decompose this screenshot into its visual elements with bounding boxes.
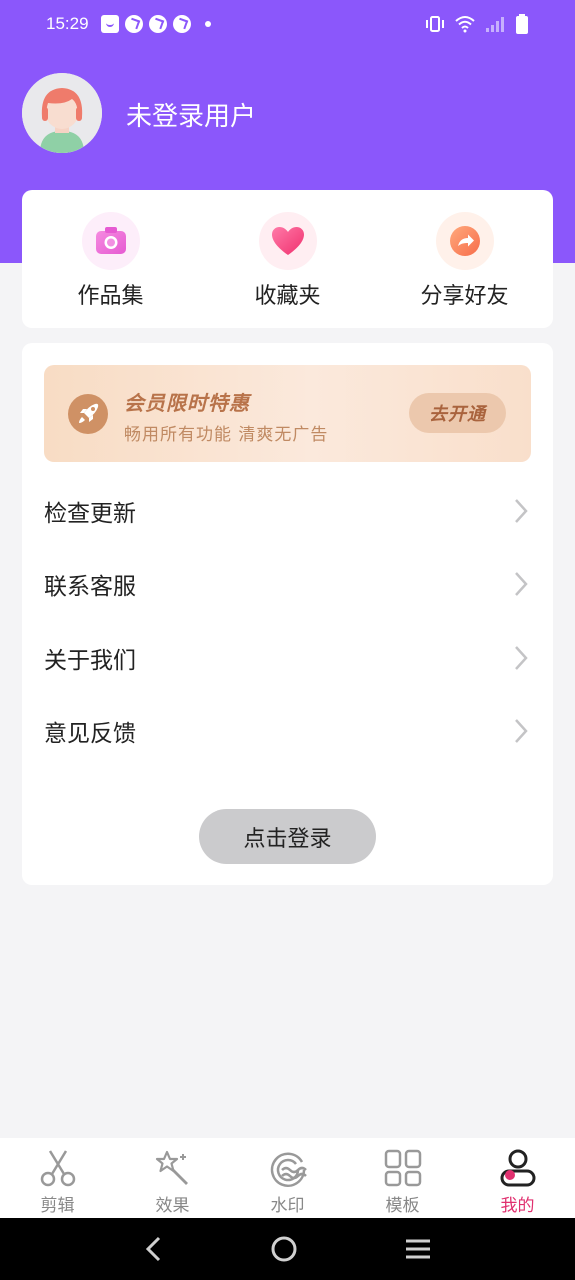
tab-edit[interactable]: 剪辑 xyxy=(0,1138,115,1218)
vip-activate-button[interactable]: 去开通 xyxy=(409,393,506,433)
system-status-icons xyxy=(425,14,529,34)
chevron-right-icon xyxy=(515,572,528,596)
signal-icon xyxy=(486,17,504,32)
status-time: 15:29 xyxy=(46,14,89,33)
rocket-icon xyxy=(68,394,108,434)
tab-label: 水印 xyxy=(270,1196,305,1216)
bag-icon xyxy=(100,15,119,33)
quick-action-label: 作品集 xyxy=(77,284,144,309)
home-icon[interactable] xyxy=(269,1234,299,1264)
tab-label: 效果 xyxy=(155,1196,190,1216)
more-dot-icon xyxy=(204,21,211,27)
grid-icon xyxy=(384,1149,421,1187)
menu-item-contact-support[interactable]: 联系客服 xyxy=(22,554,553,614)
heart-icon xyxy=(258,212,317,270)
tab-label: 我的 xyxy=(500,1196,535,1216)
menu-icon[interactable] xyxy=(403,1234,433,1264)
scissors-icon xyxy=(40,1150,75,1187)
menu-item-about-us[interactable]: 关于我们 xyxy=(22,628,553,688)
menu-item-label: 关于我们 xyxy=(44,648,136,674)
avatar-illustration-icon xyxy=(22,73,102,153)
menu-item-feedback[interactable]: 意见反馈 xyxy=(22,701,553,761)
bottom-tab-bar: 剪辑 效果 水印 模板 我的 xyxy=(0,1138,575,1218)
tab-watermark[interactable]: 水印 xyxy=(230,1138,345,1218)
chevron-right-icon xyxy=(515,499,528,523)
back-icon[interactable] xyxy=(142,1234,166,1264)
tab-label: 剪辑 xyxy=(40,1196,75,1216)
magic-wand-icon xyxy=(155,1150,188,1185)
menu-item-label: 联系客服 xyxy=(44,574,136,600)
tab-effects[interactable]: 效果 xyxy=(115,1138,230,1218)
quick-action-label: 分享好友 xyxy=(420,284,509,309)
notification-icons xyxy=(100,15,211,33)
quick-actions-card: 作品集 收藏夹 分享好友 xyxy=(22,190,553,328)
settings-card: 会员限时特惠 畅用所有功能 清爽无广告 去开通 检查更新 联系客服 关于我们 意… xyxy=(22,343,553,885)
share-arrow-icon xyxy=(435,212,494,270)
avatar[interactable] xyxy=(22,73,102,153)
vip-banner[interactable]: 会员限时特惠 畅用所有功能 清爽无广告 去开通 xyxy=(44,365,531,462)
vibrate-icon xyxy=(426,16,444,32)
menu-item-label: 意见反馈 xyxy=(44,721,136,747)
user-icon xyxy=(500,1149,535,1187)
tab-templates[interactable]: 模板 xyxy=(345,1138,460,1218)
login-button[interactable]: 点击登录 xyxy=(199,809,376,864)
profile-page: 15:29 未登录用户 作品集 收藏夹 分享好友 会员限时特惠 畅用所有功能 清… xyxy=(0,0,575,1280)
system-navigation-bar xyxy=(0,1218,575,1280)
watermark-icon xyxy=(270,1152,307,1187)
menu-item-check-update[interactable]: 检查更新 xyxy=(22,481,553,541)
quick-action-portfolio[interactable]: 作品集 xyxy=(22,190,199,328)
username[interactable]: 未登录用户 xyxy=(126,96,256,133)
wifi-icon xyxy=(455,16,475,33)
tab-mine[interactable]: 我的 xyxy=(460,1138,575,1218)
app-notification-icon xyxy=(124,15,143,33)
battery-icon xyxy=(516,14,528,34)
vip-title: 会员限时特惠 xyxy=(124,391,250,415)
quick-action-label: 收藏夹 xyxy=(254,284,321,309)
app-notification-icon xyxy=(148,15,167,33)
status-bar: 15:29 xyxy=(0,0,575,48)
vip-subtitle: 畅用所有功能 清爽无广告 xyxy=(124,425,329,445)
tab-label: 模板 xyxy=(385,1196,420,1216)
app-notification-icon xyxy=(172,15,191,33)
chevron-right-icon xyxy=(515,719,528,743)
chevron-right-icon xyxy=(515,646,528,670)
camera-icon xyxy=(81,212,140,270)
quick-action-share[interactable]: 分享好友 xyxy=(376,190,553,328)
menu-item-label: 检查更新 xyxy=(44,501,136,527)
quick-action-favorites[interactable]: 收藏夹 xyxy=(199,190,376,328)
